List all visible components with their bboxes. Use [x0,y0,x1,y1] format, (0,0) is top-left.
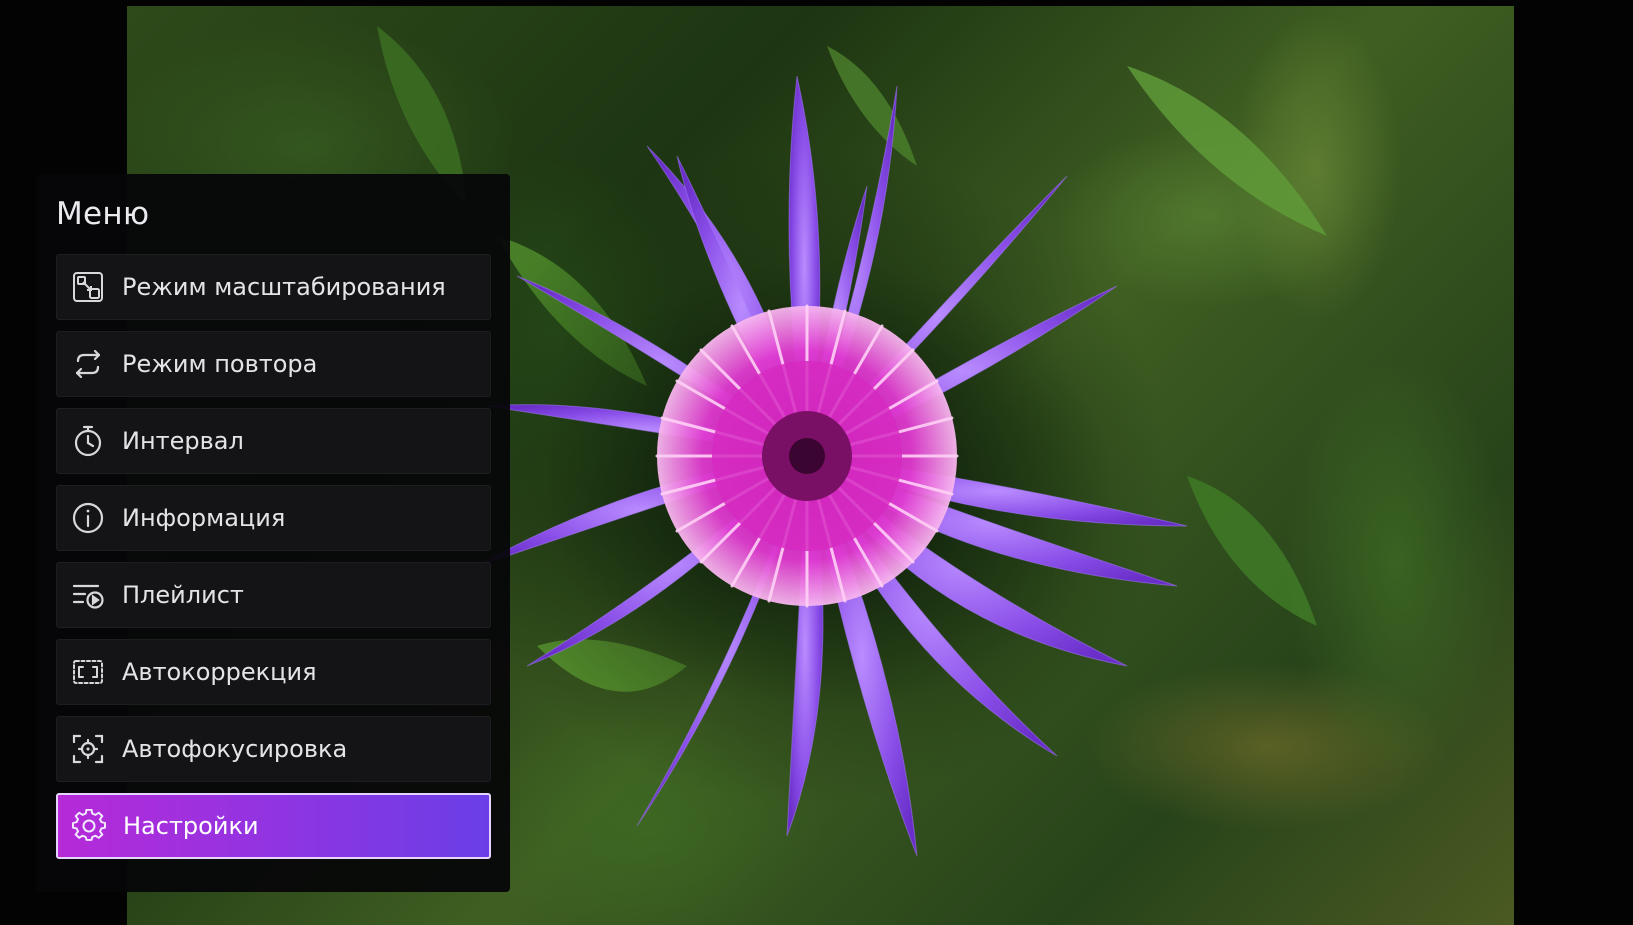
auto-focus-icon [71,732,105,766]
menu-item-label: Автокоррекция [122,658,317,686]
menu-item-label: Плейлист [122,581,244,609]
menu-item-label: Автофокусировка [122,735,348,763]
menu-item-label: Информация [122,504,286,532]
menu-item-interval[interactable]: Интервал [56,408,491,474]
menu-panel: Меню Режим масштабирования Режим повтора… [36,174,510,892]
flower-center [655,304,959,608]
menu-item-auto-focus[interactable]: Автофокусировка [56,716,491,782]
settings-icon [72,809,106,843]
info-icon [71,501,105,535]
tv-screen: Меню Режим масштабирования Режим повтора… [0,0,1633,925]
menu-title: Меню [56,196,150,232]
menu-item-label: Настройки [123,812,259,840]
repeat-icon [71,347,105,381]
menu-item-repeat-mode[interactable]: Режим повтора [56,331,491,397]
menu-item-label: Интервал [122,427,244,455]
timer-icon [71,424,105,458]
playlist-icon [71,578,105,612]
menu-list: Режим масштабирования Режим повтора Инте… [56,254,491,870]
menu-item-label: Режим повтора [122,350,318,378]
menu-item-auto-correction[interactable]: Автокоррекция [56,639,491,705]
zoom-mode-icon [71,270,105,304]
menu-item-playlist[interactable]: Плейлист [56,562,491,628]
menu-item-settings[interactable]: Настройки [56,793,491,859]
menu-item-information[interactable]: Информация [56,485,491,551]
menu-item-label: Режим масштабирования [122,273,446,301]
auto-correction-icon [71,655,105,689]
menu-item-zoom-mode[interactable]: Режим масштабирования [56,254,491,320]
